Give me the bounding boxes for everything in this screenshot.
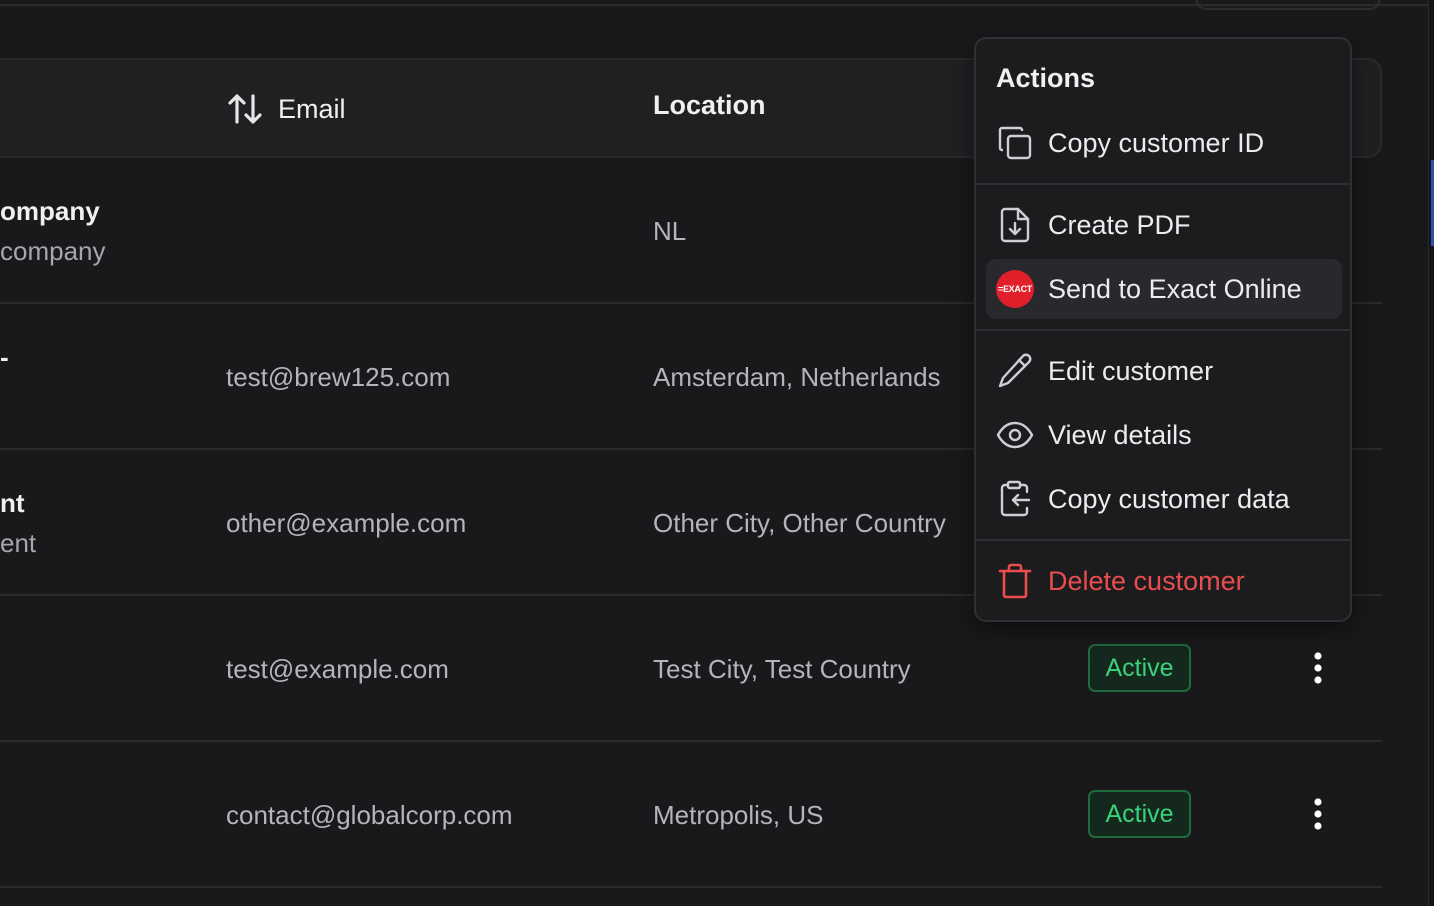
row-actions-button[interactable] [1300, 790, 1336, 838]
menu-item-view-details[interactable]: View details [986, 405, 1342, 465]
status-badge: Active [1088, 790, 1191, 838]
menu-divider [976, 183, 1350, 185]
menu-item-label: View details [1048, 419, 1192, 450]
customer-name-secondary: ent [0, 528, 37, 558]
column-header-location: Location [653, 90, 766, 120]
window-edge [1428, 0, 1434, 906]
copy-icon [998, 126, 1032, 160]
menu-divider [976, 539, 1350, 541]
menu-item-edit-customer[interactable]: Edit customer [986, 341, 1342, 401]
menu-item-label: Edit customer [1048, 355, 1214, 386]
column-header-email-label: Email [278, 93, 346, 124]
customer-name: ompany [0, 196, 100, 226]
customer-location: Test City, Test Country [653, 654, 911, 684]
customer-name: - [0, 342, 9, 372]
menu-item-label: Send to Exact Online [1048, 273, 1302, 304]
customer-location: NL [653, 216, 687, 246]
customer-email: contact@globalcorp.com [226, 800, 513, 830]
status-badge: Active [1088, 644, 1191, 692]
menu-title: Actions [996, 63, 1096, 93]
more-vertical-icon [1314, 798, 1322, 830]
more-vertical-icon [1314, 652, 1322, 684]
menu-item-copy-customer-data[interactable]: Copy customer data [986, 469, 1342, 529]
pencil-icon [998, 353, 1032, 388]
menu-item-delete-customer[interactable]: Delete customer [986, 551, 1342, 611]
clipboard-copy-icon [1000, 480, 1031, 517]
file-download-icon [1000, 207, 1030, 243]
customer-name: nt [0, 488, 25, 518]
trash-icon [998, 563, 1032, 599]
customer-location: Other City, Other Country [653, 508, 946, 538]
menu-item-label: Copy customer data [1048, 483, 1290, 514]
table-row[interactable]: contact@globalcorp.com Metropolis, US Ac… [0, 742, 1382, 888]
menu-item-copy-customer-id[interactable]: Copy customer ID [986, 113, 1342, 173]
customer-location: Metropolis, US [653, 800, 824, 830]
menu-item-label: Copy customer ID [1048, 127, 1265, 158]
column-header-email[interactable]: Email [226, 90, 346, 128]
customer-name-secondary: company [0, 236, 106, 266]
menu-item-label: Create PDF [1048, 209, 1191, 240]
customer-location: Amsterdam, Netherlands [653, 362, 941, 392]
customer-email: other@example.com [226, 508, 467, 538]
customer-email: test@example.com [226, 654, 449, 684]
customer-email: test@brew125.com [226, 362, 451, 392]
exact-online-logo: =EXACT [996, 270, 1034, 308]
menu-divider [976, 329, 1350, 331]
menu-item-send-to-exact-online[interactable]: =EXACT Send to Exact Online [986, 259, 1342, 319]
toolbar-button-edge[interactable] [1196, 0, 1380, 10]
actions-menu: Actions Copy customer ID Create PDF =EXA… [974, 37, 1352, 622]
row-actions-button[interactable] [1300, 644, 1336, 692]
eye-icon [996, 421, 1034, 449]
menu-item-label: Delete customer [1048, 565, 1245, 596]
sort-icon[interactable] [226, 90, 264, 128]
menu-item-create-pdf[interactable]: Create PDF [986, 195, 1342, 255]
